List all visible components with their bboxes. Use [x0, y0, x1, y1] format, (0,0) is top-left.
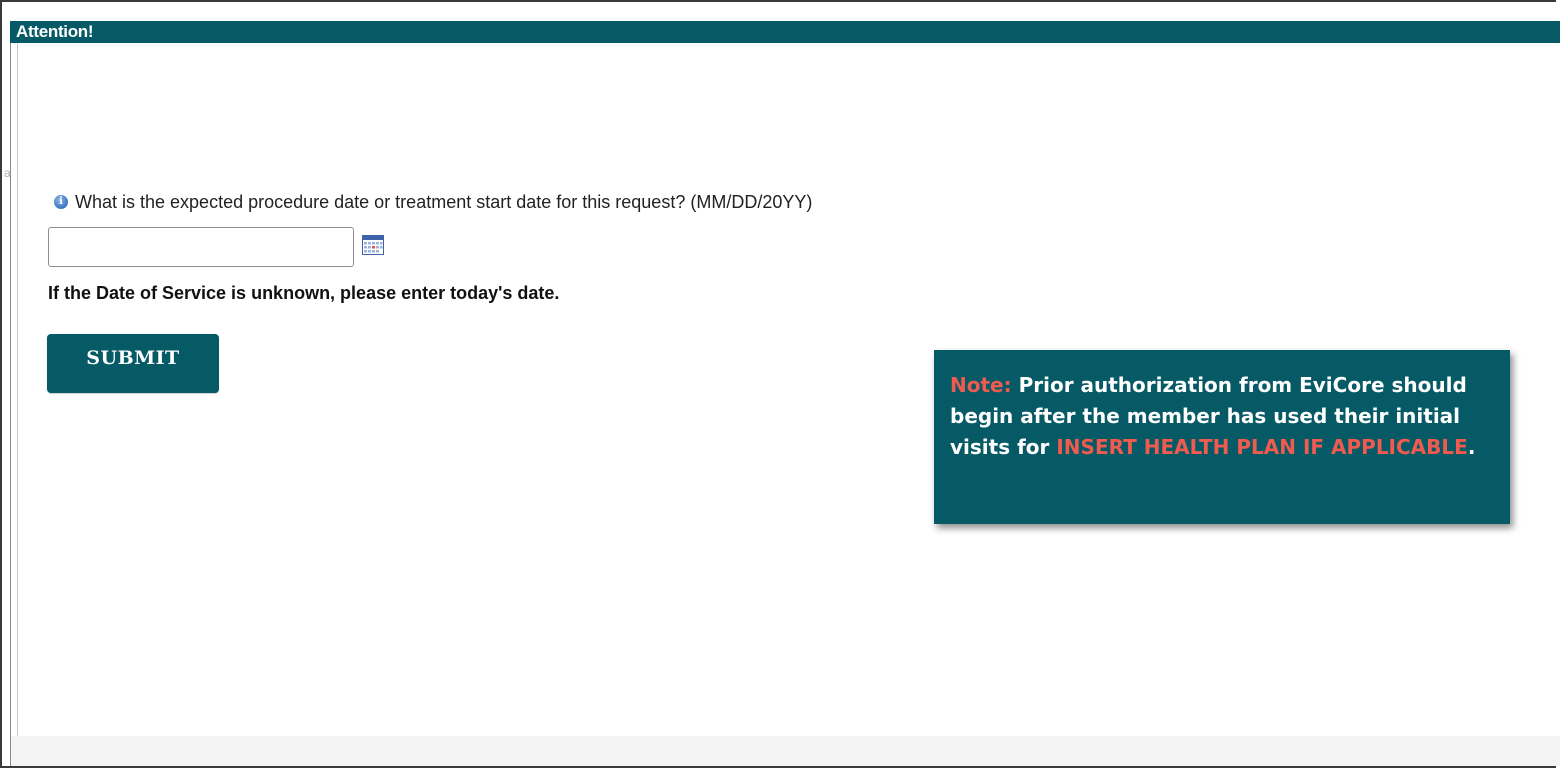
callout-text: Note: Prior authorization from EviCore s… [950, 370, 1496, 463]
submit-button[interactable]: SUBMIT [47, 334, 219, 393]
question-label: What is the expected procedure date or t… [75, 191, 813, 212]
callout-highlight: INSERT HEALTH PLAN IF APPLICABLE [1056, 435, 1468, 459]
calendar-icon[interactable] [362, 235, 384, 255]
attention-header-bar: Attention! [10, 21, 1560, 43]
info-icon: i [54, 195, 68, 209]
question-row: i What is the expected procedure date or… [54, 190, 812, 214]
date-of-service-note: If the Date of Service is unknown, pleas… [48, 283, 560, 303]
header-title: Attention! [16, 22, 94, 41]
bottom-strip [10, 736, 1560, 766]
note-callout: Note: Prior authorization from EviCore s… [934, 350, 1510, 524]
callout-end: . [1467, 435, 1476, 459]
procedure-date-input[interactable] [48, 227, 354, 267]
callout-note-label: Note: [950, 373, 1012, 397]
